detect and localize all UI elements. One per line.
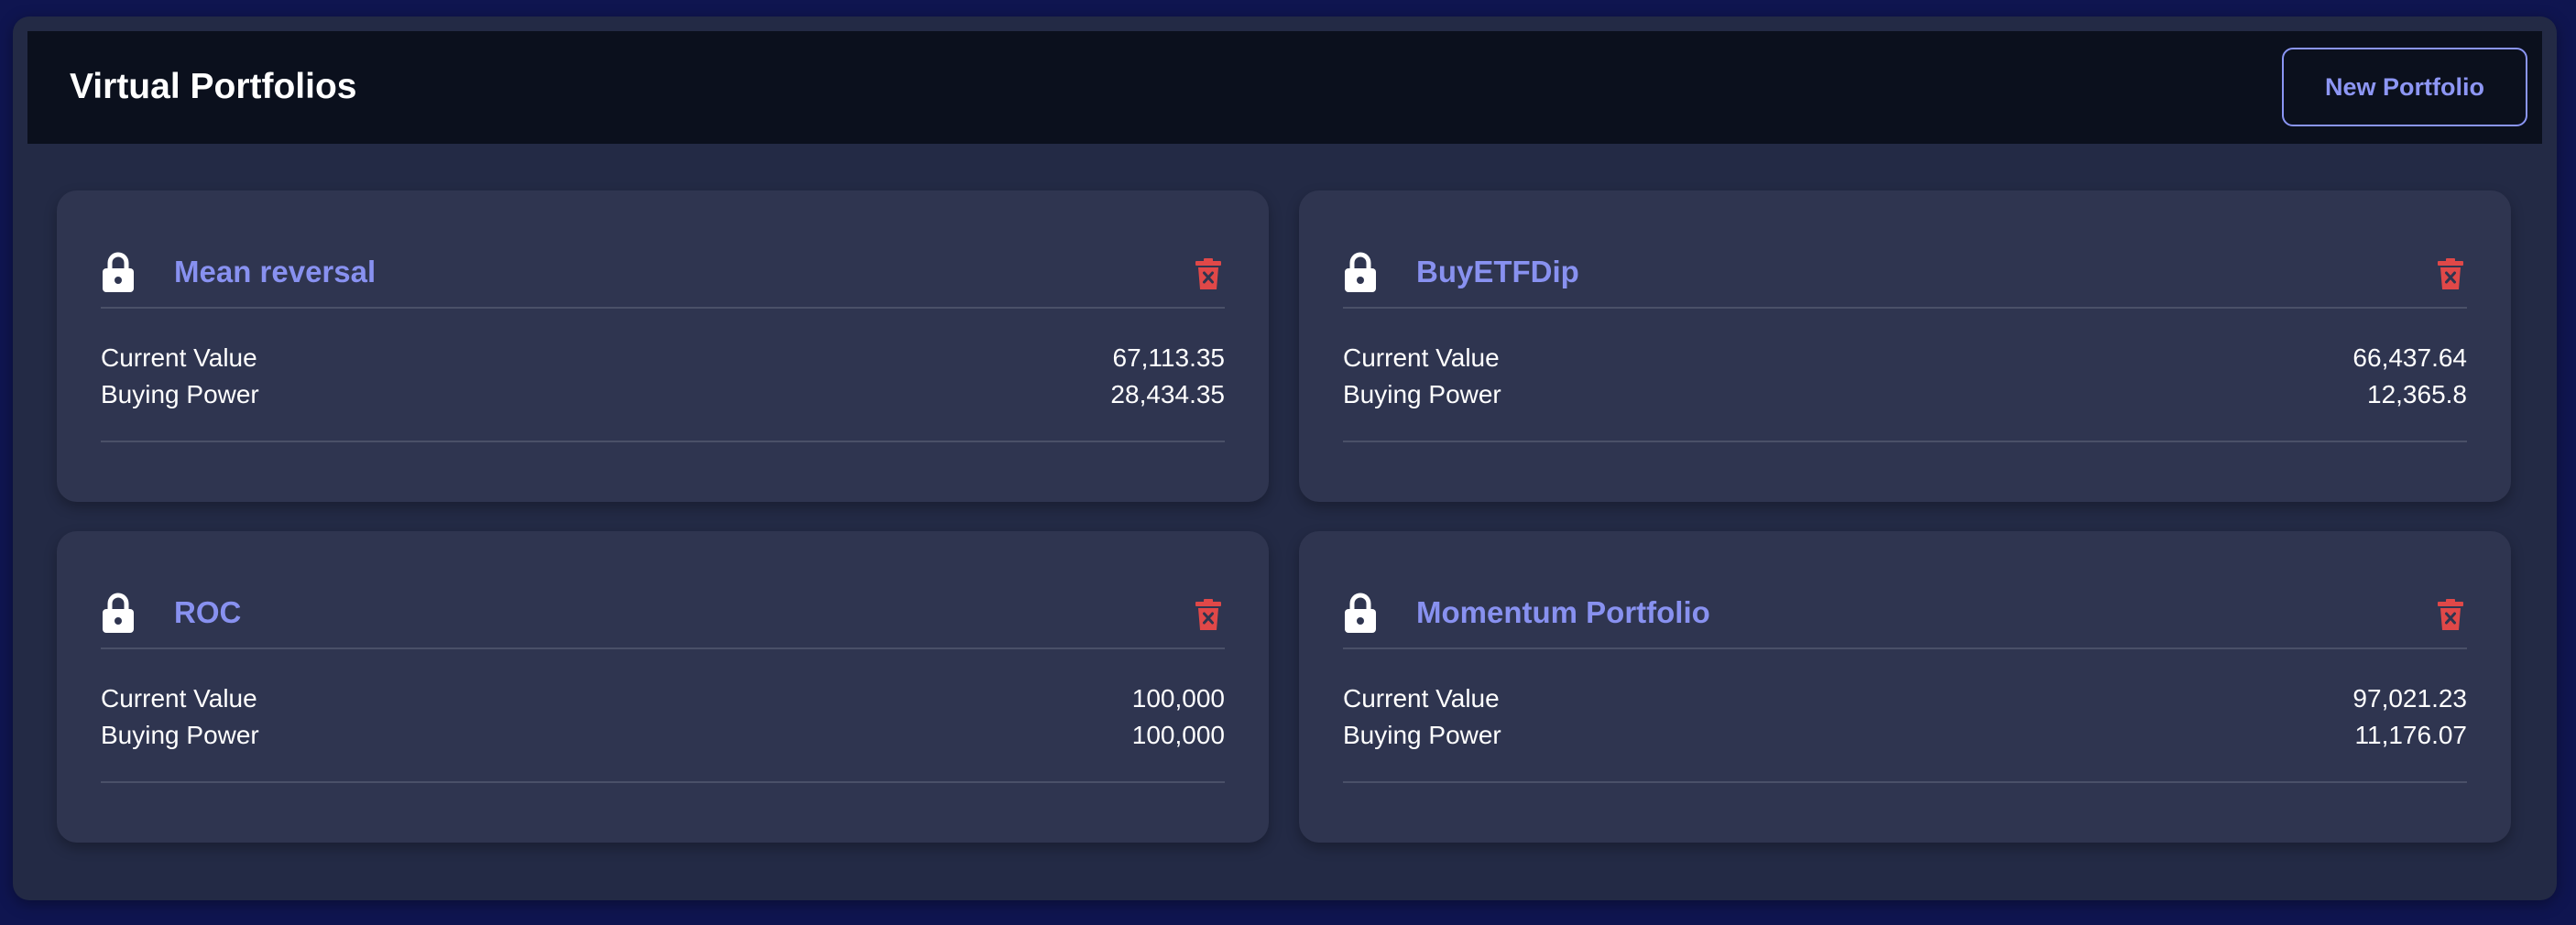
buying-power-row: Buying Power 11,176.07 bbox=[1343, 717, 2467, 754]
portfolio-card: BuyETFDip Current Value 66,437.64 Buying… bbox=[1299, 190, 2511, 502]
portfolio-name[interactable]: Momentum Portfolio bbox=[1416, 592, 1710, 634]
current-value-row: Current Value 67,113.35 bbox=[101, 340, 1225, 376]
buying-power-amount: 12,365.8 bbox=[2367, 380, 2467, 408]
portfolio-card: Mean reversal Current Value 67,113.35 Bu… bbox=[57, 190, 1269, 502]
current-value-row: Current Value 100,000 bbox=[101, 680, 1225, 717]
portfolio-card: ROC Current Value 100,000 Buying Power 1… bbox=[57, 531, 1269, 843]
buying-power-label: Buying Power bbox=[1343, 721, 1501, 749]
buying-power-amount: 11,176.07 bbox=[2354, 721, 2468, 749]
portfolio-name[interactable]: Mean reversal bbox=[174, 251, 376, 293]
buying-power-amount: 100,000 bbox=[1131, 721, 1225, 749]
delete-icon[interactable] bbox=[2438, 599, 2463, 630]
buying-power-row: Buying Power 28,434.35 bbox=[101, 376, 1225, 413]
current-value-amount: 97,021.23 bbox=[2352, 684, 2467, 713]
new-portfolio-button[interactable]: New Portfolio bbox=[2282, 48, 2527, 126]
buying-power-label: Buying Power bbox=[1343, 380, 1501, 408]
current-value-amount: 100,000 bbox=[1131, 684, 1225, 713]
buying-power-label: Buying Power bbox=[101, 721, 259, 749]
current-value-row: Current Value 66,437.64 bbox=[1343, 340, 2467, 376]
portfolio-grid: Mean reversal Current Value 67,113.35 Bu… bbox=[57, 190, 2513, 843]
current-value-label: Current Value bbox=[101, 343, 257, 372]
delete-icon[interactable] bbox=[2438, 258, 2463, 289]
portfolio-name[interactable]: BuyETFDip bbox=[1416, 251, 1579, 293]
lock-icon bbox=[103, 252, 134, 292]
divider bbox=[1343, 441, 2467, 442]
current-value-row: Current Value 97,021.23 bbox=[1343, 680, 2467, 717]
divider bbox=[101, 441, 1225, 442]
buying-power-amount: 28,434.35 bbox=[1110, 380, 1225, 408]
divider bbox=[101, 781, 1225, 783]
lock-icon bbox=[1345, 252, 1376, 292]
buying-power-row: Buying Power 100,000 bbox=[101, 717, 1225, 754]
portfolio-card: Momentum Portfolio Current Value 97,021.… bbox=[1299, 531, 2511, 843]
current-value-label: Current Value bbox=[1343, 684, 1500, 713]
current-value-amount: 66,437.64 bbox=[2352, 343, 2467, 372]
lock-icon bbox=[1345, 593, 1376, 633]
divider bbox=[1343, 648, 2467, 649]
divider bbox=[1343, 307, 2467, 309]
current-value-label: Current Value bbox=[101, 684, 257, 713]
divider bbox=[1343, 781, 2467, 783]
divider bbox=[101, 648, 1225, 649]
portfolios-panel: Virtual Portfolios New Portfolio Mean re… bbox=[13, 16, 2557, 900]
delete-icon[interactable] bbox=[1195, 599, 1221, 630]
current-value-amount: 67,113.35 bbox=[1112, 343, 1226, 372]
buying-power-label: Buying Power bbox=[101, 380, 259, 408]
delete-icon[interactable] bbox=[1195, 258, 1221, 289]
portfolio-name[interactable]: ROC bbox=[174, 592, 241, 634]
current-value-label: Current Value bbox=[1343, 343, 1500, 372]
page-title: Virtual Portfolios bbox=[70, 67, 357, 106]
lock-icon bbox=[103, 593, 134, 633]
buying-power-row: Buying Power 12,365.8 bbox=[1343, 376, 2467, 413]
header-bar: Virtual Portfolios New Portfolio bbox=[27, 31, 2542, 144]
divider bbox=[101, 307, 1225, 309]
